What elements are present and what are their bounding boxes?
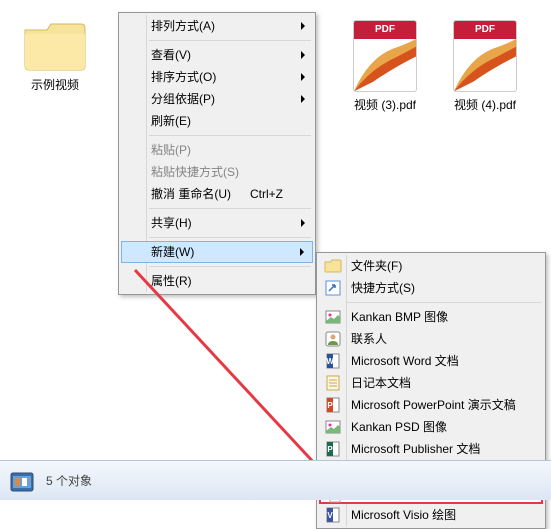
submenu-shortcut[interactable]: 快捷方式(S) bbox=[319, 277, 543, 299]
menu-group[interactable]: 分组依据(P) bbox=[121, 88, 313, 110]
menu-new[interactable]: 新建(W) bbox=[121, 241, 313, 263]
submenu-journal[interactable]: 日记本文档 bbox=[319, 372, 543, 394]
submenu-visio[interactable]: V Microsoft Visio 绘图 bbox=[319, 504, 543, 526]
pdf-file-2[interactable]: PDF 视频 (4).pdf bbox=[440, 20, 530, 113]
folder-icon bbox=[324, 257, 342, 275]
publisher-icon: P bbox=[324, 440, 342, 458]
powerpoint-icon: P bbox=[324, 396, 342, 414]
folder-item[interactable]: 示例视频 bbox=[10, 20, 100, 93]
svg-text:P: P bbox=[327, 445, 333, 454]
pdf-label-1: 视频 (3).pdf bbox=[340, 96, 430, 113]
folder-icon bbox=[23, 20, 87, 72]
contact-icon bbox=[324, 330, 342, 348]
folder-label: 示例视频 bbox=[10, 76, 100, 93]
menu-undo[interactable]: 撤消 重命名(U)Ctrl+Z bbox=[121, 183, 313, 205]
svg-text:V: V bbox=[327, 511, 333, 520]
chevron-right-icon bbox=[300, 248, 304, 256]
svg-text:W: W bbox=[326, 357, 334, 366]
submenu-powerpoint[interactable]: P Microsoft PowerPoint 演示文稿 bbox=[319, 394, 543, 416]
menu-refresh[interactable]: 刷新(E) bbox=[121, 110, 313, 132]
pdf-icon: PDF bbox=[353, 20, 417, 92]
menu-properties[interactable]: 属性(R) bbox=[121, 270, 313, 292]
word-icon: W bbox=[324, 352, 342, 370]
chevron-right-icon bbox=[301, 22, 305, 30]
chevron-right-icon bbox=[301, 73, 305, 81]
chevron-right-icon bbox=[301, 95, 305, 103]
submenu-folder[interactable]: 文件夹(F) bbox=[319, 255, 543, 277]
status-text: 5 个对象 bbox=[46, 472, 92, 489]
chevron-right-icon bbox=[301, 219, 305, 227]
menu-paste: 粘贴(P) bbox=[121, 139, 313, 161]
menu-share[interactable]: 共享(H) bbox=[121, 212, 313, 234]
image-icon bbox=[324, 308, 342, 326]
menu-order[interactable]: 排序方式(O) bbox=[121, 66, 313, 88]
status-bar: 5 个对象 bbox=[0, 460, 551, 500]
submenu-bmp[interactable]: Kankan BMP 图像 bbox=[319, 306, 543, 328]
submenu-psd[interactable]: Kankan PSD 图像 bbox=[319, 416, 543, 438]
visio-icon: V bbox=[324, 506, 342, 524]
menu-sort[interactable]: 排列方式(A) bbox=[121, 15, 313, 37]
pdf-label-2: 视频 (4).pdf bbox=[440, 96, 530, 113]
menu-paste-shortcut: 粘贴快捷方式(S) bbox=[121, 161, 313, 183]
chevron-right-icon bbox=[301, 51, 305, 59]
svg-text:P: P bbox=[327, 401, 333, 410]
context-menu: 排列方式(A) 查看(V) 排序方式(O) 分组依据(P) 刷新(E) 粘贴(P… bbox=[118, 12, 316, 295]
library-icon bbox=[8, 467, 36, 495]
menu-view[interactable]: 查看(V) bbox=[121, 44, 313, 66]
journal-icon bbox=[324, 374, 342, 392]
image-icon bbox=[324, 418, 342, 436]
submenu-contact[interactable]: 联系人 bbox=[319, 328, 543, 350]
pdf-file-1[interactable]: PDF 视频 (3).pdf bbox=[340, 20, 430, 113]
submenu-word[interactable]: W Microsoft Word 文档 bbox=[319, 350, 543, 372]
explorer-content: 示例视频 PDF 视频 (3).pdf PDF 视频 (4).pdf 排列方式(… bbox=[0, 0, 551, 460]
pdf-icon: PDF bbox=[453, 20, 517, 92]
submenu-publisher[interactable]: P Microsoft Publisher 文档 bbox=[319, 438, 543, 460]
shortcut-icon bbox=[324, 279, 342, 297]
